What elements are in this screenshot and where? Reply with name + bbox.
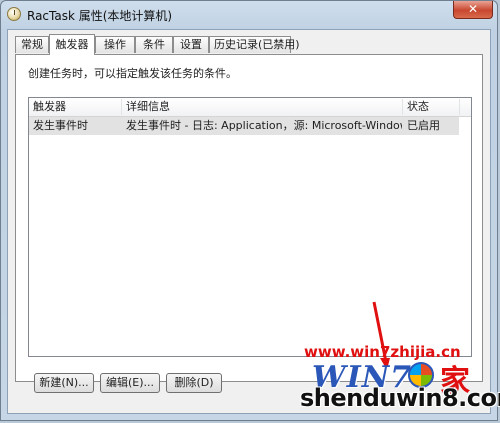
column-divider[interactable] [459,99,460,115]
table-row[interactable]: 发生事件时 发生事件时 - 日志: Application，源: Microso… [29,117,459,135]
delete-button[interactable]: 删除(D) [166,373,222,393]
new-button[interactable]: 新建(N)... [34,373,94,393]
tab-history[interactable]: 历史记录(已禁用) [209,36,300,53]
tab-settings[interactable]: 设置 [173,36,209,53]
tab-general[interactable]: 常规 [15,36,49,53]
watermark-site: shenduwin8.com [300,384,500,412]
edit-button[interactable]: 编辑(E)... [100,373,160,393]
tab-actions[interactable]: 操作 [95,36,135,53]
trigger-list[interactable]: 触发器 详细信息 状态 发生事件时 发生事件时 - 日志: Applicatio… [28,97,472,357]
triggers-panel: 创建任务时，可以指定触发该任务的条件。 触发器 详细信息 状态 发生事件时 发生… [15,54,483,393]
tab-conditions[interactable]: 条件 [135,36,173,53]
clock-icon [7,7,21,21]
row-details: 发生事件时 - 日志: Application，源: Microsoft-Win… [126,119,402,132]
row-trigger: 发生事件时 [33,119,88,132]
column-header-status[interactable]: 状态 [403,98,459,116]
list-header: 触发器 详细信息 状态 [29,98,471,117]
tab-triggers[interactable]: 触发器 [49,34,95,55]
title-bar[interactable]: RacTask 属性(本地计算机) ✕ [1,1,497,29]
close-button[interactable]: ✕ [453,1,493,19]
window-title: RacTask 属性(本地计算机) [27,9,173,23]
watermark-url: www.win7zhijia.cn [304,343,461,361]
column-header-trigger[interactable]: 触发器 [29,98,121,116]
row-status: 已启用 [407,119,440,132]
column-header-details[interactable]: 详细信息 [122,98,402,116]
panel-description: 创建任务时，可以指定触发该任务的条件。 [28,67,237,80]
